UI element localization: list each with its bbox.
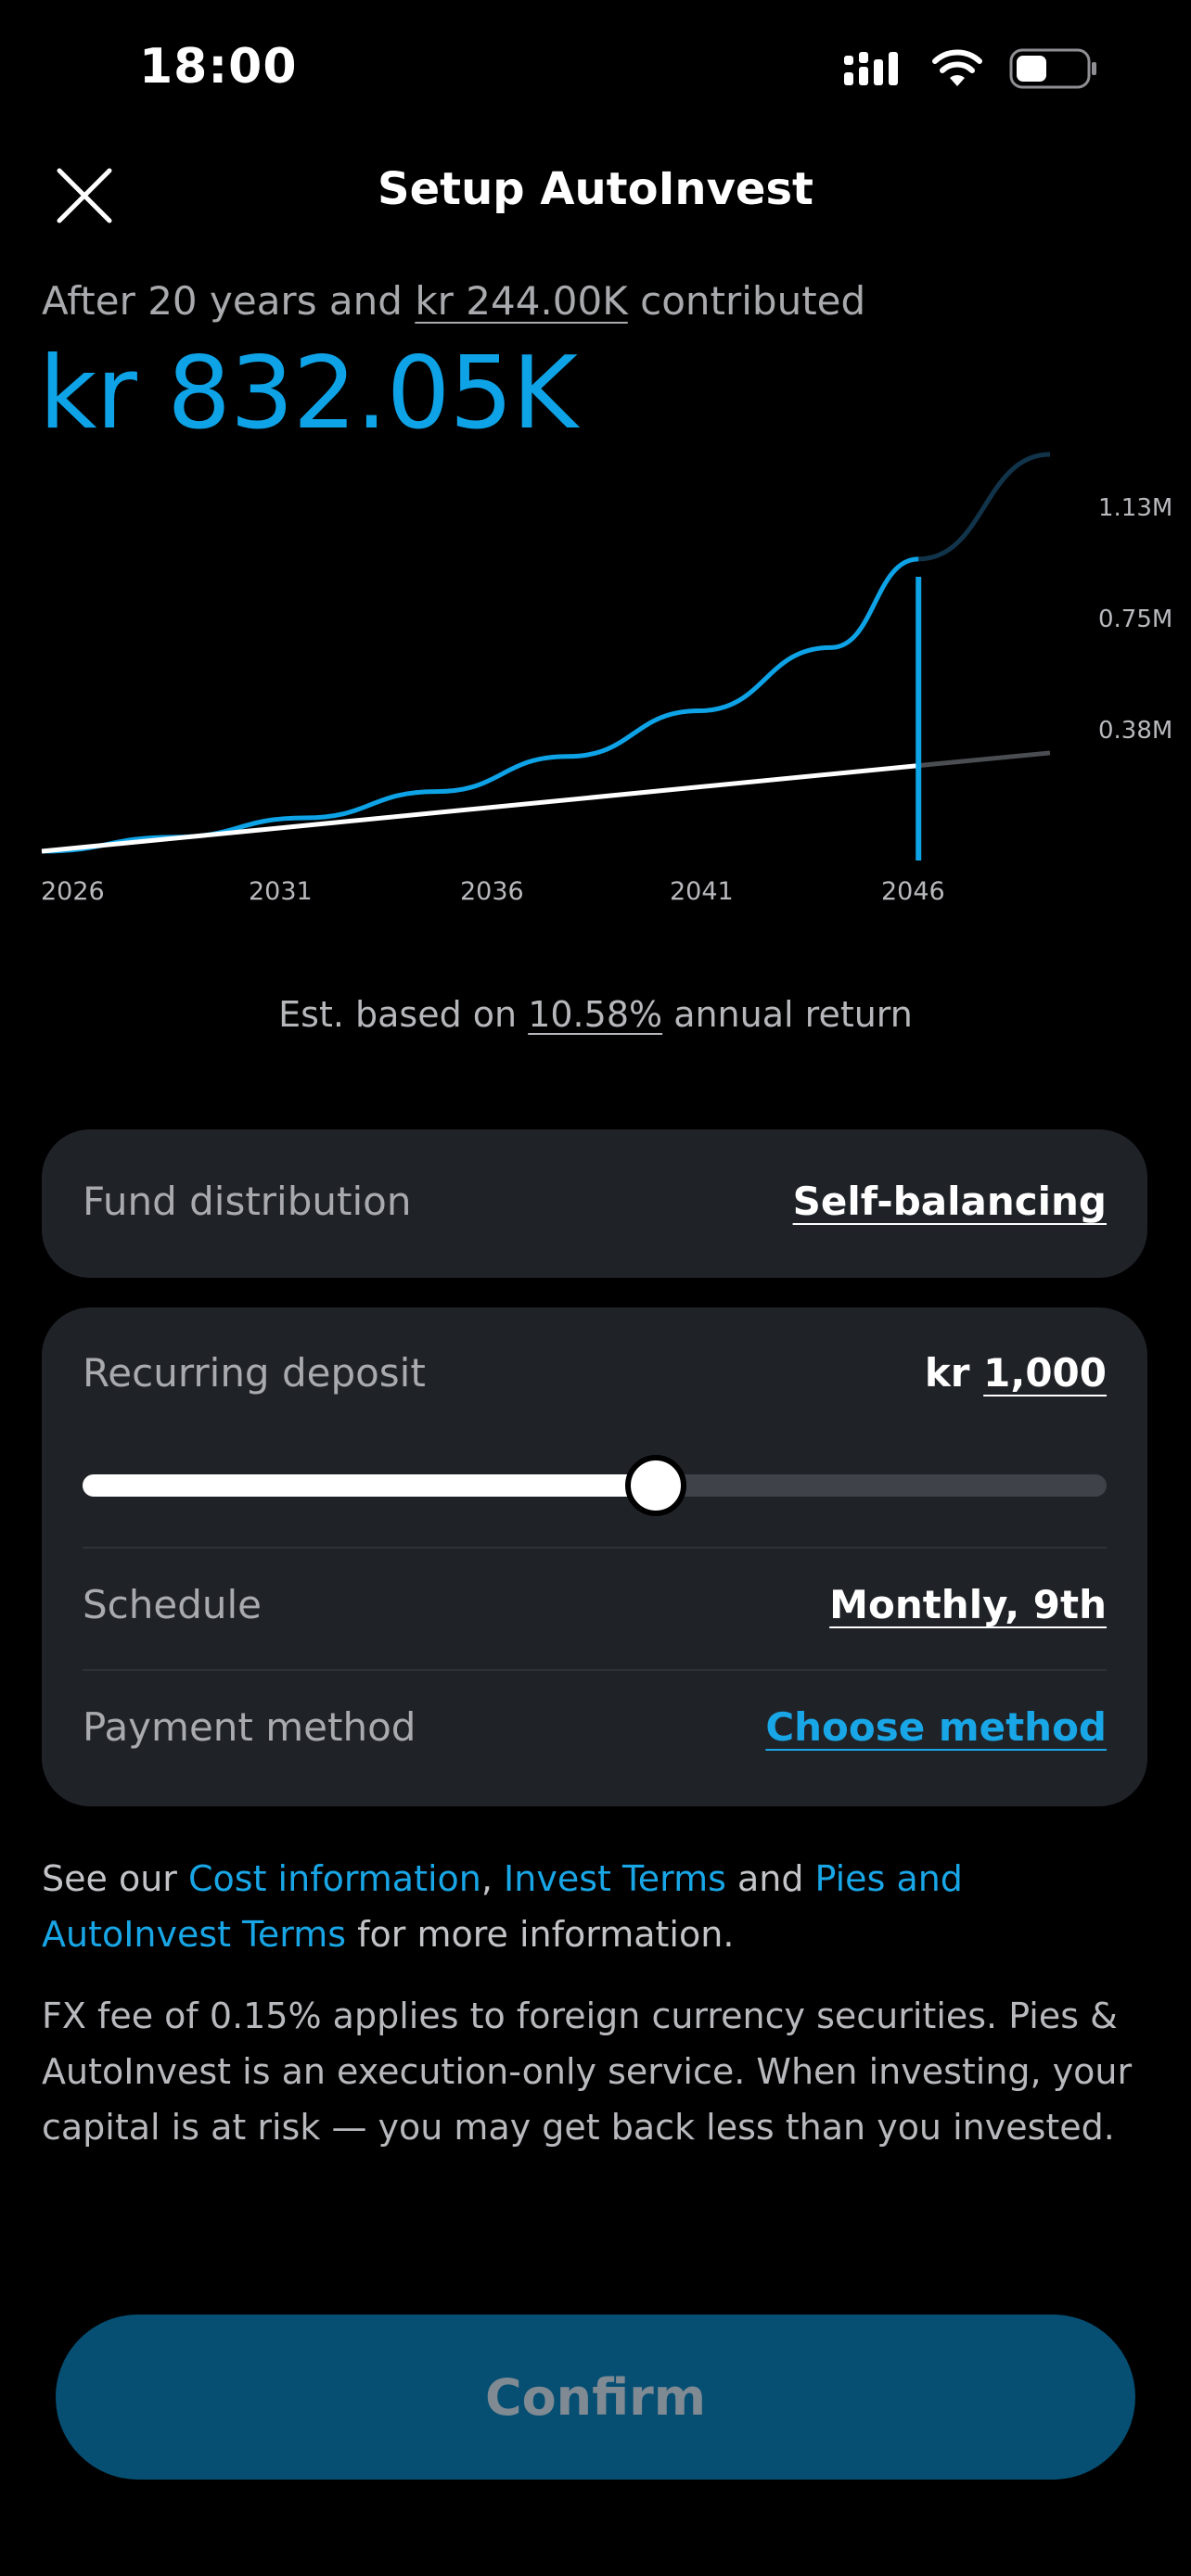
estimate-suffix: annual return [662, 994, 913, 1035]
and-text: and [725, 1858, 815, 1899]
contributions-future-line [917, 750, 1051, 769]
currency-label: kr [924, 1350, 984, 1396]
terms-info: See our Cost information, Invest Terms a… [42, 1851, 1155, 1962]
projection-chart[interactable]: 1.13M 0.75M 0.38M 2026 2031 2036 2041 2046 [0, 436, 1191, 927]
x-tick-label: 2046 [881, 877, 945, 906]
y-tick-label: 0.38M [1098, 717, 1172, 745]
x-tick-label: 2026 [41, 877, 105, 906]
cost-information-link[interactable]: Cost information [188, 1858, 481, 1899]
schedule-value[interactable]: Monthly, 9th [829, 1582, 1107, 1627]
cellular-signal-icon [844, 52, 898, 85]
annual-return-rate[interactable]: 10.58% [528, 994, 662, 1035]
status-time: 18:00 [139, 39, 298, 95]
invest-terms-link[interactable]: Invest Terms [504, 1858, 726, 1899]
estimate-note: Est. based on 10.58% annual return [0, 994, 1191, 1035]
contributions-line [41, 763, 919, 854]
summary-prefix: After 20 years and [42, 278, 416, 324]
see-our-text: See our [42, 1858, 188, 1899]
fund-distribution-card[interactable]: Fund distribution Self-balancing [42, 1129, 1147, 1278]
deposit-amount[interactable]: 1,000 [983, 1350, 1107, 1396]
deposit-settings-card: Recurring deposit kr 1,000 Schedule Mont… [42, 1307, 1147, 1806]
projection-future-line [918, 452, 1051, 562]
x-tick-label: 2036 [460, 877, 524, 906]
fund-distribution-label: Fund distribution [83, 1179, 412, 1224]
confirm-button[interactable]: Confirm [56, 2315, 1135, 2480]
contributed-amount[interactable]: kr 244.00K [415, 278, 627, 324]
deposit-slider-fill [83, 1474, 657, 1497]
deposit-slider-thumb[interactable] [625, 1455, 687, 1516]
projection-summary: After 20 years and kr 244.00K contribute… [42, 278, 865, 324]
x-tick-label: 2041 [670, 877, 734, 906]
y-tick-label: 0.75M [1098, 606, 1172, 633]
divider [83, 1547, 1107, 1549]
recurring-deposit-value[interactable]: kr 1,000 [925, 1350, 1107, 1396]
battery-icon [1009, 48, 1096, 89]
recurring-deposit-label: Recurring deposit [83, 1350, 426, 1396]
page-title: Setup AutoInvest [378, 163, 813, 215]
schedule-label: Schedule [83, 1582, 262, 1627]
x-tick-label: 2031 [249, 877, 313, 906]
y-tick-label: 1.13M [1098, 494, 1172, 522]
risk-disclaimer: FX fee of 0.15% applies to foreign curre… [42, 1996, 1133, 2148]
choose-method-link[interactable]: Choose method [765, 1704, 1107, 1750]
wifi-icon [932, 49, 982, 86]
estimate-prefix: Est. based on [278, 994, 529, 1035]
payment-method-label: Payment method [83, 1704, 416, 1750]
summary-suffix: contributed [627, 278, 866, 324]
status-icons [844, 48, 1098, 89]
more-info-text: for more information. [346, 1914, 735, 1955]
comma-text: , [480, 1858, 505, 1899]
fund-distribution-value[interactable]: Self-balancing [793, 1179, 1107, 1224]
divider [83, 1669, 1107, 1671]
projected-value: kr 832.05K [39, 336, 578, 452]
